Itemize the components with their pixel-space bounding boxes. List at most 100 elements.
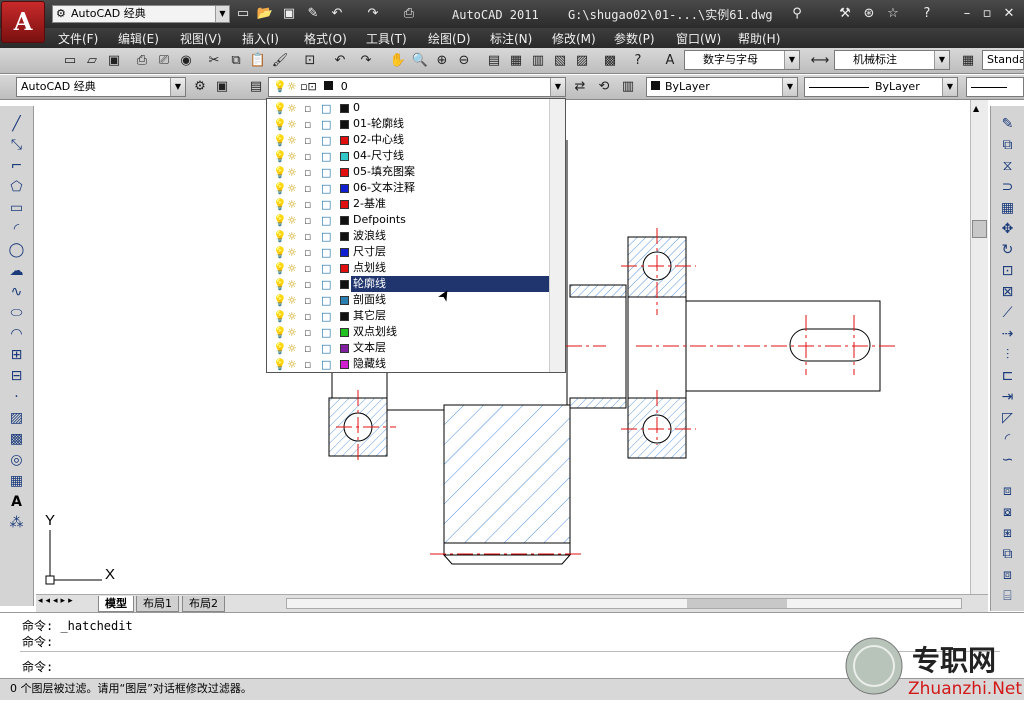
freeze-icon[interactable]: ▫ — [304, 293, 311, 309]
satellite-icon[interactable]: ⊛ — [860, 5, 878, 23]
unlock-icon[interactable]: □ — [321, 149, 331, 165]
help-icon[interactable]: ? — [628, 51, 648, 71]
multiline-text-icon[interactable]: A — [6, 492, 28, 513]
sun-icon[interactable]: ☼ — [287, 117, 297, 133]
freeze-icon[interactable]: ▫ — [304, 181, 311, 197]
table-icon[interactable]: ▦ — [6, 471, 28, 492]
pan-icon[interactable]: ✋ — [388, 51, 408, 71]
join-icon[interactable]: ⇥ — [997, 387, 1019, 408]
chevron-down-icon[interactable]: ▼ — [170, 78, 185, 96]
tab-layout1[interactable]: 布局1 — [136, 596, 179, 612]
minimize-icon[interactable]: – — [958, 5, 976, 23]
close-icon[interactable]: ✕ — [1000, 5, 1018, 23]
freeze-icon[interactable]: ▫ — [304, 149, 311, 165]
lightbulb-icon[interactable]: 💡 — [273, 293, 287, 309]
lightbulb-icon[interactable]: 💡 — [273, 325, 287, 341]
sun-icon[interactable]: ☼ — [287, 165, 297, 181]
unlock-icon[interactable]: □ — [321, 357, 331, 373]
blend-curves-icon[interactable]: ∽ — [997, 450, 1019, 471]
freeze-icon[interactable]: ▫ — [304, 245, 311, 261]
paste-icon[interactable]: 📋 — [248, 51, 268, 71]
chevron-down-icon[interactable]: ▼ — [934, 51, 949, 69]
lightbulb-icon[interactable]: 💡 — [273, 117, 287, 133]
move-icon[interactable]: ✥ — [997, 219, 1019, 240]
unlock-icon[interactable]: □ — [321, 213, 331, 229]
freeze-icon[interactable]: ▫ — [304, 357, 311, 373]
redo-icon[interactable]: ↷ — [364, 5, 382, 23]
workspace-settings-icon[interactable]: ▣ — [212, 77, 232, 97]
freeze-icon[interactable]: ▫ — [304, 101, 311, 117]
lightbulb-icon[interactable]: 💡 — [273, 213, 287, 229]
lightbulb-icon[interactable]: 💡 — [273, 229, 287, 245]
text-style-select[interactable]: 数字与字母 ▼ — [684, 50, 800, 70]
freeze-icon[interactable]: ▫ — [304, 261, 311, 277]
unlock-icon[interactable]: □ — [321, 261, 331, 277]
linetype-select[interactable]: ByLayer ▼ — [804, 77, 958, 97]
binoculars-icon[interactable]: ⚲ — [788, 5, 806, 23]
unlock-icon[interactable]: □ — [321, 229, 331, 245]
sun-icon[interactable]: ☼ — [287, 277, 297, 293]
chevron-down-icon[interactable]: ▼ — [784, 51, 799, 69]
gradient-icon[interactable]: ▩ — [6, 429, 28, 450]
unlock-icon[interactable]: □ — [321, 133, 331, 149]
undo-icon[interactable]: ↶ — [330, 51, 350, 71]
unlock-icon[interactable]: □ — [321, 341, 331, 357]
workspace-switcher[interactable]: ⚙ AutoCAD 经典 ▼ — [52, 5, 230, 23]
color-select[interactable]: ByLayer ▼ — [646, 77, 798, 97]
sun-icon[interactable]: ☼ — [287, 341, 297, 357]
menu-dimension[interactable]: 标注(N) — [490, 30, 532, 47]
new-icon[interactable]: ▭ — [60, 51, 80, 71]
freeze-icon[interactable]: ▫ — [304, 165, 311, 181]
tab-layout2[interactable]: 布局2 — [182, 596, 225, 612]
sun-icon[interactable]: ☼ — [287, 261, 297, 277]
layer-item[interactable]: 💡 ☼ ▫ □ 02-中心线 — [267, 132, 565, 148]
stretch-icon[interactable]: ⊠ — [997, 282, 1019, 303]
spline-icon[interactable]: ∿ — [6, 282, 28, 303]
menu-insert[interactable]: 插入(I) — [242, 30, 279, 47]
lightbulb-icon[interactable]: 💡 — [273, 261, 287, 277]
sun-icon[interactable]: ☼ — [287, 309, 297, 325]
line-icon[interactable]: ╱ — [6, 114, 28, 135]
unlock-icon[interactable]: □ — [321, 309, 331, 325]
lightbulb-icon[interactable]: 💡 — [273, 197, 287, 213]
send-under-icon[interactable]: ⧈ — [997, 565, 1019, 586]
star-icon[interactable]: ☆ — [884, 5, 902, 23]
lightbulb-icon[interactable]: 💡 — [273, 245, 287, 261]
mirror-icon[interactable]: ⧖ — [997, 156, 1019, 177]
layer-properties-icon[interactable]: ▤ — [246, 77, 266, 97]
sun-icon[interactable]: ☼ — [287, 197, 297, 213]
sun-icon[interactable]: ☼ — [287, 213, 297, 229]
chevron-down-icon[interactable]: ▼ — [215, 6, 229, 22]
scroll-up-icon[interactable]: ▲ — [973, 104, 979, 113]
application-menu-button[interactable]: A — [1, 1, 45, 43]
sun-icon[interactable]: ☼ — [287, 357, 297, 373]
gear-icon[interactable]: ⚙ — [190, 77, 210, 97]
zoom-previous-icon[interactable]: ⊖ — [454, 51, 474, 71]
sun-icon[interactable]: ☼ — [287, 293, 297, 309]
layer-item[interactable]: 💡 ☼ ▫ □ 尺寸层 — [267, 244, 565, 260]
save-icon[interactable]: ▣ — [104, 51, 124, 71]
layer-item[interactable]: 💡 ☼ ▫ □ 点划线 — [267, 260, 565, 276]
unlock-icon[interactable]: □ — [321, 165, 331, 181]
block-editor-icon[interactable]: ⊡ — [300, 51, 320, 71]
freeze-icon[interactable]: ▫ — [304, 341, 311, 357]
break-at-point-icon[interactable]: ⫶ — [997, 345, 1019, 366]
sun-icon[interactable]: ☼ — [287, 229, 297, 245]
array-icon[interactable]: ▦ — [997, 198, 1019, 219]
circle-icon[interactable]: ◯ — [6, 240, 28, 261]
zoom-window-icon[interactable]: ⊕ — [432, 51, 452, 71]
plot-icon[interactable]: ⎙ — [132, 51, 152, 71]
lightbulb-icon[interactable]: 💡 — [273, 133, 287, 149]
send-back-icon[interactable]: ⧆ — [997, 523, 1019, 544]
open-folder-icon[interactable]: 📂 — [256, 5, 274, 23]
region-icon[interactable]: ◎ — [6, 450, 28, 471]
properties-icon[interactable]: ▤ — [484, 51, 504, 71]
sun-icon[interactable]: ☼ — [287, 133, 297, 149]
sun-icon[interactable]: ☼ — [287, 325, 297, 341]
menu-file[interactable]: 文件(F) — [58, 30, 98, 47]
construction-line-icon[interactable]: ⤡ — [6, 135, 28, 156]
lightbulb-icon[interactable]: 💡 — [273, 165, 287, 181]
horizontal-scrollbar[interactable] — [286, 598, 962, 609]
point-icon[interactable]: · — [6, 387, 28, 408]
freeze-icon[interactable]: ▫ — [304, 197, 311, 213]
